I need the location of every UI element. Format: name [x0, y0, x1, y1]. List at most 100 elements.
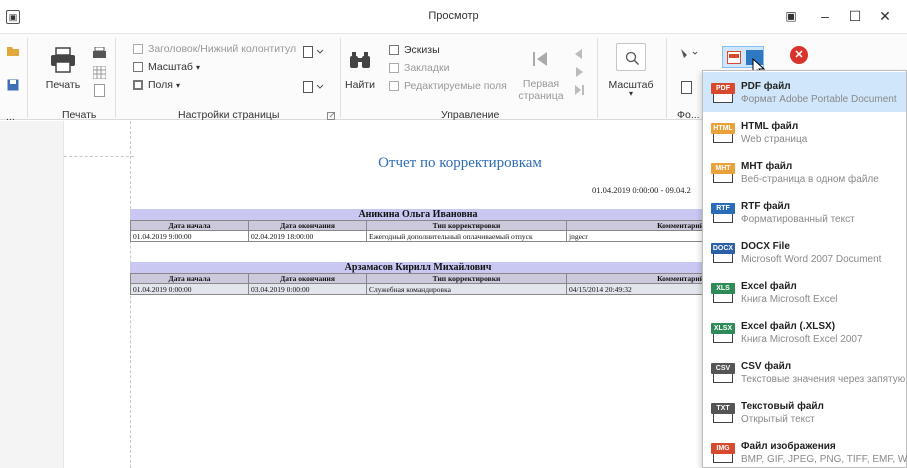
format-badge: MHT: [711, 163, 735, 174]
separator: [27, 38, 28, 118]
format-badge: IMG: [711, 443, 735, 454]
separator: [340, 38, 341, 118]
table-header-row: Дата начала Дата окончания Тип корректир…: [130, 273, 707, 284]
csv-file-icon: CSV: [711, 363, 735, 383]
previous-page-icon[interactable]: [575, 49, 583, 59]
format-badge: HTML: [711, 123, 735, 134]
magnifier-icon: [625, 51, 639, 65]
orientation-icon[interactable]: [303, 46, 325, 58]
table-cell: Ежегодный дополнительный оплачиваемый от…: [366, 230, 567, 242]
table-cell: 01.04.2019 0:00:00: [130, 283, 249, 295]
column-header: Тип корректировки: [366, 220, 567, 231]
export-menu-item-subtitle: Microsoft Word 2007 Document: [741, 254, 882, 265]
watermark-icon[interactable]: [681, 81, 692, 94]
editable-fields-button[interactable]: Редактируемые поля: [389, 80, 507, 92]
export-format-menu: PDF PDF файл Формат Adobe Portable Documen…: [702, 70, 907, 468]
export-menu-item[interactable]: IMG Файл изображения BMP, GIF, JPEG, PNG, …: [703, 432, 907, 468]
chevron-down-icon: ▾: [628, 89, 633, 98]
ribbon-display-options-icon[interactable]: ▣: [780, 6, 802, 26]
header-footer-label: Заголовок/Нижний колонтитул: [148, 43, 297, 55]
thumbnails-icon: [389, 45, 399, 56]
employee-name: Аникина Ольга Ивановна: [130, 209, 706, 220]
export-menu-item-subtitle: Web страница: [741, 134, 808, 145]
editable-fields-icon: [389, 81, 399, 92]
export-menu-item[interactable]: RTF RTF файл Форматированный текст: [703, 192, 906, 232]
thumbnails-button[interactable]: Эскизы: [389, 44, 440, 56]
minimize-button[interactable]: –: [814, 6, 836, 26]
table-cell: 01.04.2019 9:00:00: [130, 230, 249, 242]
close-preview-icon[interactable]: ✕: [790, 46, 808, 64]
export-menu-item[interactable]: XLSX Excel файл (.XLSX) Книга Microsoft Ex…: [703, 312, 906, 352]
table-cell: 02.04.2019 18:00:00: [248, 230, 367, 242]
table-cell: Служебная командировка: [366, 283, 567, 295]
column-header: Комментарий: [566, 273, 707, 284]
next-page-icon[interactable]: [576, 67, 584, 77]
margins-label: Поля: [148, 79, 173, 91]
window-title: Просмотр: [428, 10, 479, 22]
quick-print-icon[interactable]: [93, 47, 106, 58]
save-icon[interactable]: [7, 79, 19, 91]
separator: [666, 38, 667, 118]
export-menu-item-subtitle: Книга Microsoft Excel 2007: [741, 334, 863, 345]
last-page-icon[interactable]: [575, 85, 584, 95]
thumbnails-label: Эскизы: [404, 44, 440, 56]
format-badge: TXT: [711, 403, 735, 414]
export-menu-item-title: PDF файл: [741, 81, 791, 92]
header-footer-button[interactable]: Заголовок/Нижний колонтитул: [133, 43, 296, 55]
column-header: Дата начала: [130, 273, 249, 284]
excel-file-icon: XLS: [711, 283, 735, 303]
editable-fields-label: Редактируемые поля: [404, 80, 507, 92]
bookmarks-label: Закладки: [404, 62, 450, 74]
export-menu-item[interactable]: CSV CSV файл Текстовые значения через запя…: [703, 352, 906, 392]
table-cell: 03.04.2019 0:00:00: [248, 283, 367, 295]
page-icon: [94, 84, 105, 97]
open-folder-icon[interactable]: [7, 46, 19, 56]
table-cell: 04/15/2014 20:49:32: [566, 283, 707, 295]
binoculars-icon[interactable]: [349, 51, 371, 69]
export-menu-item[interactable]: MHT MHT файл Веб-страница в одном файле: [703, 152, 906, 192]
separator: [597, 38, 598, 118]
export-menu-item[interactable]: PDF PDF файл Формат Adobe Portable Documen…: [703, 72, 906, 112]
zoom-button[interactable]: [616, 43, 646, 71]
export-menu-item[interactable]: XLS Excel файл Книга Microsoft Excel: [703, 272, 906, 312]
chevron-down-icon: ▾: [175, 81, 180, 90]
margins-dropdown[interactable]: Поля ▾: [133, 79, 180, 91]
table-cell: jngecr: [566, 230, 707, 242]
first-page-button-label[interactable]: Первая страница: [518, 78, 564, 102]
first-page-icon[interactable]: [531, 50, 551, 68]
page-color-icon[interactable]: [680, 48, 698, 58]
column-header: Дата окончания: [248, 273, 367, 284]
page-size-icon[interactable]: [303, 81, 325, 93]
dialog-launcher-icon[interactable]: [327, 112, 335, 120]
export-menu-item-title: HTML файл: [741, 121, 799, 132]
pdf-file-icon: PDF: [711, 83, 735, 103]
print-button-label[interactable]: Печать: [44, 79, 82, 91]
group-caption-page-setup: Настройки страницы: [178, 109, 280, 121]
bookmarks-button[interactable]: Закладки: [389, 62, 449, 74]
export-menu-item[interactable]: HTML HTML файл Web страница: [703, 112, 906, 152]
format-badge: XLSX: [711, 323, 735, 334]
export-menu-item-subtitle: BMP, GIF, JPEG, PNG, TIFF, EMF, WMF: [741, 454, 907, 465]
scale-dropdown[interactable]: Масштаб ▾: [133, 61, 200, 73]
margins-icon: [133, 80, 143, 91]
find-button-label[interactable]: Найти: [343, 79, 377, 91]
image-file-icon: IMG: [711, 443, 735, 463]
report-title: Отчет по корректировкам: [378, 155, 542, 171]
maximize-button[interactable]: ☐: [844, 6, 866, 26]
export-menu-item[interactable]: DOCX DOCX File Microsoft Word 2007 Documen…: [703, 232, 906, 272]
export-menu-item[interactable]: TXT Текстовый файл Открытый текст: [703, 392, 906, 432]
group-caption-background: Фо...: [677, 109, 700, 121]
export-menu-item-title: Текстовый файл: [741, 401, 824, 412]
format-badge: XLS: [711, 283, 735, 294]
rtf-file-icon: RTF: [711, 203, 735, 223]
close-button[interactable]: ✕: [874, 6, 896, 26]
export-menu-item-title: MHT файл: [741, 161, 793, 172]
print-icon[interactable]: [50, 47, 76, 73]
export-menu-item-title: Excel файл (.XLSX): [741, 321, 836, 332]
docx-file-icon: DOCX: [711, 243, 735, 263]
corrections-table: Дата начала Дата окончания Тип корректир…: [130, 273, 707, 295]
column-header: Тип корректировки: [366, 273, 567, 284]
group-caption-navigation: Управление: [441, 109, 500, 121]
export-menu-item-title: DOCX File: [741, 241, 790, 252]
format-badge: RTF: [711, 203, 735, 214]
